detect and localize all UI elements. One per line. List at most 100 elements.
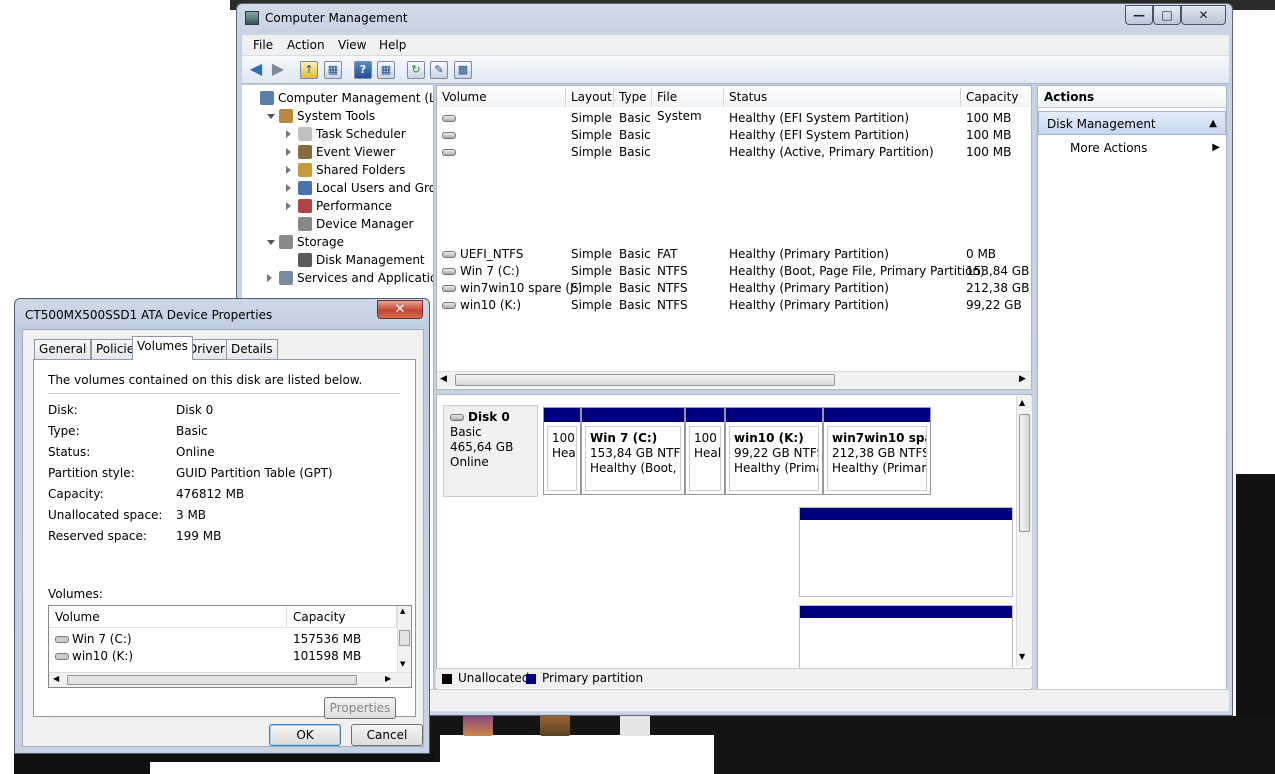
tab-details[interactable]: Details xyxy=(226,339,278,359)
primary-partition-bar xyxy=(544,408,580,422)
partition-block[interactable]: win7win10 spare212,38 GB NTFSHealthy (Pr… xyxy=(823,407,931,495)
forward-arrow-icon[interactable]: ▶ xyxy=(269,61,287,79)
collapse-arrow-icon[interactable] xyxy=(286,202,291,210)
ok-button[interactable]: OK xyxy=(269,724,341,746)
menu-view[interactable]: View xyxy=(338,38,366,52)
show-action-pane-icon[interactable]: ▦ xyxy=(377,61,395,79)
partition-block[interactable]: Win 7 (C:) 153,84 GB NTFS Healthy (Boot, P xyxy=(581,407,685,495)
volume-row[interactable]: win10 (K:) Simple Basic NTFS Healthy (Primar… xyxy=(437,297,1031,314)
scroll-left-arrow-icon[interactable]: ◀ xyxy=(440,374,447,384)
column-header-volume[interactable]: Volume xyxy=(49,606,287,628)
volume-row[interactable]: UEFI_NTFS Simple Basic FAT Healthy (Primary … xyxy=(437,246,1031,263)
disk-icon xyxy=(450,414,464,421)
volume-row[interactable]: Win 7 (C:) Simple Basic NTFS Healthy (Boot, … xyxy=(437,263,1031,280)
volume-capacity: 157536 MB xyxy=(293,632,362,646)
column-header-status[interactable]: Status xyxy=(724,88,961,107)
column-header-volume[interactable]: Volume xyxy=(437,88,566,107)
property-row: Reserved space: 199 MB xyxy=(48,528,221,544)
properties-button[interactable]: Properties xyxy=(324,697,396,719)
actions-section-disk-management[interactable]: Disk Management ▲ xyxy=(1038,111,1226,135)
collapse-arrow-icon[interactable] xyxy=(267,274,272,282)
scrollbar-thumb[interactable] xyxy=(1019,414,1030,532)
collapse-triangle-icon[interactable]: ▲ xyxy=(1209,112,1217,136)
volume-cell: 100 MB xyxy=(966,145,1012,159)
vertical-scrollbar[interactable]: ▲ ▼ xyxy=(1016,396,1032,666)
column-header-file-system[interactable]: File System xyxy=(652,88,724,123)
performance-icon xyxy=(298,199,312,213)
volume-row[interactable]: Simple Basic Healthy (EFI System Partition… xyxy=(437,127,1031,144)
volume-cell: Basic xyxy=(619,247,651,261)
volume-disk-icon xyxy=(442,251,456,258)
tree-item-label: System Tools xyxy=(297,109,376,123)
device-properties-dialog: CT500MX500SSD1 ATA Device Properties ✕ G… xyxy=(14,298,430,754)
disk-graphical-view: Disk 0 Basic 465,64 GB Online 100 IHealW… xyxy=(436,394,1032,690)
column-header-capacity[interactable]: Capacity xyxy=(287,606,397,628)
property-label: Capacity: xyxy=(48,487,104,501)
cancel-button[interactable]: Cancel xyxy=(351,724,423,746)
menu-help[interactable]: Help xyxy=(379,38,406,52)
desktop-background xyxy=(440,735,714,774)
refresh-icon[interactable]: ↻ xyxy=(407,61,425,79)
property-label: Unallocated space: xyxy=(48,508,163,522)
scroll-down-arrow-icon[interactable]: ▼ xyxy=(400,660,405,668)
tab-volumes[interactable]: Volumes xyxy=(132,336,193,360)
collapse-arrow-icon[interactable] xyxy=(286,130,291,138)
scrollbar-thumb[interactable] xyxy=(67,675,357,685)
scrollbar-thumb[interactable] xyxy=(455,374,835,386)
expand-arrow-icon[interactable] xyxy=(267,240,275,245)
menu-file[interactable]: File xyxy=(253,38,273,52)
column-header-type[interactable]: Type xyxy=(614,88,652,107)
scroll-up-arrow-icon[interactable]: ▲ xyxy=(1019,398,1025,407)
menu-action[interactable]: Action xyxy=(287,38,325,52)
property-label: Reserved space: xyxy=(48,529,147,543)
expand-arrow-icon[interactable] xyxy=(267,114,275,119)
scroll-down-arrow-icon[interactable]: ▼ xyxy=(1019,652,1025,661)
volume-row[interactable]: Simple Basic Healthy (EFI System Partition… xyxy=(437,110,1031,127)
horizontal-scrollbar[interactable]: ◀ ▶ xyxy=(437,371,1031,388)
volume-disk-icon xyxy=(55,653,69,660)
primary-partition-bar xyxy=(726,408,822,422)
back-arrow-icon[interactable]: ◀ xyxy=(247,61,265,79)
horizontal-scrollbar[interactable]: ◀ ▶ xyxy=(49,672,411,687)
tab-general[interactable]: General xyxy=(34,339,92,359)
partition-block[interactable]: win10 (K:) 99,22 GB NTFS Healthy (Primar xyxy=(725,407,823,495)
maximize-button[interactable]: □ xyxy=(1153,5,1181,25)
scroll-right-arrow-icon[interactable]: ▶ xyxy=(1019,374,1026,384)
vertical-scrollbar[interactable]: ▲ ▼ xyxy=(397,606,411,672)
scroll-right-arrow-icon[interactable]: ▶ xyxy=(385,674,391,683)
collapse-arrow-icon[interactable] xyxy=(286,148,291,156)
collapse-arrow-icon[interactable] xyxy=(286,184,291,192)
partition-name: win10 (K:) xyxy=(734,431,804,445)
volume-cell: 212,38 GB xyxy=(966,281,1030,295)
scroll-up-arrow-icon[interactable]: ▲ xyxy=(400,607,405,615)
volume-cell: Win 7 (C:) xyxy=(460,264,520,278)
volume-row[interactable]: win7win10 spare (J:) Simple Basic NTFS Healt… xyxy=(437,280,1031,297)
column-header-layout[interactable]: Layout xyxy=(566,88,614,107)
volume-cell: UEFI_NTFS xyxy=(460,247,524,261)
unallocated-swatch xyxy=(442,674,452,684)
disk-0-label[interactable]: Disk 0 Basic 465,64 GB Online xyxy=(443,405,538,497)
properties-icon[interactable]: ✎ xyxy=(430,61,448,79)
volumes-listview[interactable]: Volume Capacity Win 7 (C:) 157536 MB win10… xyxy=(48,605,412,688)
volume-cell: Healthy (EFI System Partition) xyxy=(729,111,910,125)
column-header-capacity[interactable]: Capacity xyxy=(961,88,1031,107)
legend: Unallocated Primary partition xyxy=(436,668,1032,688)
up-folder-icon[interactable]: ↑ xyxy=(300,61,318,79)
dialog-close-button[interactable]: ✕ xyxy=(377,300,423,319)
collapse-arrow-icon[interactable] xyxy=(286,166,291,174)
help-icon[interactable]: ? xyxy=(354,61,372,79)
volume-disk-icon xyxy=(442,115,456,122)
more-actions-item[interactable]: More Actions ▶ xyxy=(1070,138,1220,158)
partition-block[interactable]: 100 IHeal xyxy=(543,407,581,495)
scroll-left-arrow-icon[interactable]: ◀ xyxy=(53,674,59,683)
legend-primary: Primary partition xyxy=(542,671,644,685)
disk-settings-icon[interactable]: ▩ xyxy=(454,61,472,79)
volume-capacity: 101598 MB xyxy=(293,649,362,663)
volume-row[interactable]: Simple Basic Healthy (Active, Primary Part… xyxy=(437,144,1031,161)
close-button[interactable]: ✕ xyxy=(1181,5,1226,25)
primary-partition-bar xyxy=(800,508,1012,520)
show-hide-tree-icon[interactable]: ▦ xyxy=(324,61,342,79)
minimize-button[interactable]: — xyxy=(1125,5,1153,25)
scrollbar-thumb[interactable] xyxy=(399,630,410,646)
partition-block[interactable]: 100 IHeal xyxy=(685,407,725,495)
